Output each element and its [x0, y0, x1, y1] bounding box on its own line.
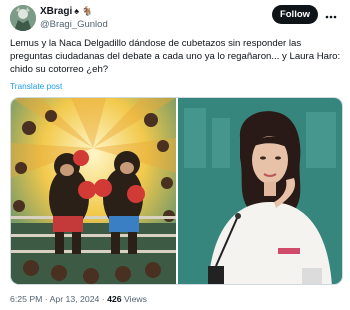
- tweet-date[interactable]: Apr 13, 2024: [50, 294, 100, 304]
- translate-post-link[interactable]: Translate post: [10, 81, 62, 91]
- views-count: 426: [107, 294, 122, 304]
- views-label: Views: [121, 294, 148, 304]
- meta-separator: ·: [42, 294, 50, 304]
- author-display-name[interactable]: XBragi ♠ 🐐: [40, 5, 240, 18]
- follow-button[interactable]: Follow: [272, 5, 318, 24]
- tweet: XBragi ♠ 🐐 @Bragi_Gunlod Follow Lemus y l…: [0, 0, 350, 310]
- name-emoji: ♠ 🐐: [74, 6, 93, 16]
- tweet-media[interactable]: [10, 97, 343, 285]
- tweet-header: XBragi ♠ 🐐 @Bragi_Gunlod Follow: [10, 4, 340, 32]
- author-names: XBragi ♠ 🐐 @Bragi_Gunlod: [40, 5, 240, 31]
- tweet-time[interactable]: 6:25 PM: [10, 294, 42, 304]
- media-image-chimp-boxing[interactable]: [11, 98, 176, 284]
- tweet-meta: 6:25 PM · Apr 13, 2024 · 426 Views: [10, 294, 147, 304]
- author-handle[interactable]: @Bragi_Gunlod: [40, 18, 240, 31]
- media-image-woman-at-desk[interactable]: [178, 98, 342, 284]
- more-dots-icon[interactable]: [324, 9, 338, 19]
- meta-separator: ·: [99, 294, 108, 304]
- avatar[interactable]: [10, 5, 36, 31]
- tweet-text: Lemus y la Naca Delgadillo dándose de cu…: [10, 38, 341, 75]
